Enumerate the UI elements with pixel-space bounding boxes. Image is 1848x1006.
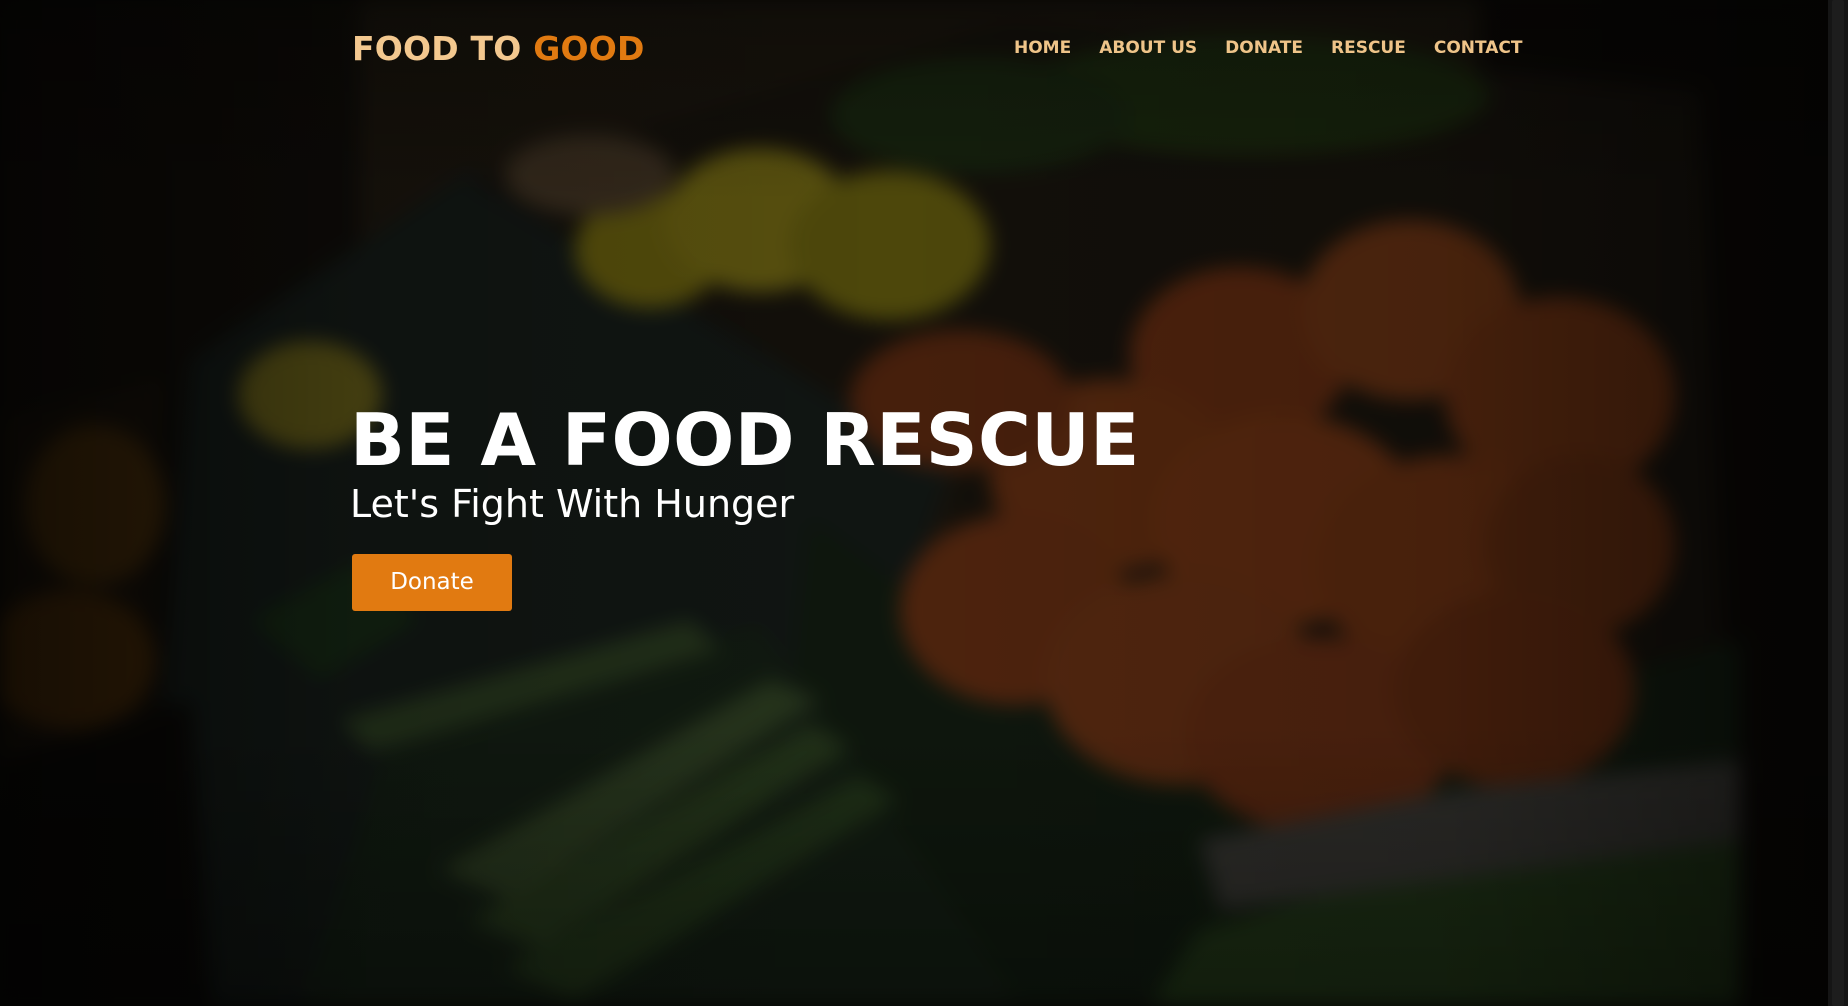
hero-subtitle: Let's Fight With Hunger (350, 482, 795, 526)
logo-accent-text: GOOD (533, 29, 645, 68)
landing-page: FOOD TO GOOD HOME ABOUT US DONATE RESCUE… (0, 0, 1848, 1006)
top-navigation-bar: FOOD TO GOOD HOME ABOUT US DONATE RESCUE… (0, 0, 1828, 94)
donate-button[interactable]: Donate (352, 554, 512, 611)
main-navigation: HOME ABOUT US DONATE RESCUE CONTACT (1014, 38, 1523, 58)
nav-item-rescue: RESCUE (1331, 38, 1406, 58)
nav-link-about-us[interactable]: ABOUT US (1099, 38, 1197, 58)
hero-content: BE A FOOD RESCUE Let's Fight With Hunger… (350, 398, 1140, 611)
vertical-scrollbar[interactable] (1828, 0, 1848, 1006)
nav-item-home: HOME (1014, 38, 1071, 58)
nav-item-contact: CONTACT (1434, 38, 1523, 58)
site-logo[interactable]: FOOD TO GOOD (352, 29, 645, 69)
logo-primary-text: FOOD TO (352, 29, 534, 68)
nav-link-home[interactable]: HOME (1014, 38, 1071, 58)
nav-link-donate[interactable]: DONATE (1225, 38, 1303, 58)
hero-title: BE A FOOD RESCUE (350, 398, 1140, 482)
nav-link-rescue[interactable]: RESCUE (1331, 38, 1406, 58)
scrollbar-thumb[interactable] (1832, 0, 1844, 1006)
nav-link-contact[interactable]: CONTACT (1434, 38, 1523, 58)
nav-item-about-us: ABOUT US (1099, 38, 1197, 58)
nav-item-donate: DONATE (1225, 38, 1303, 58)
